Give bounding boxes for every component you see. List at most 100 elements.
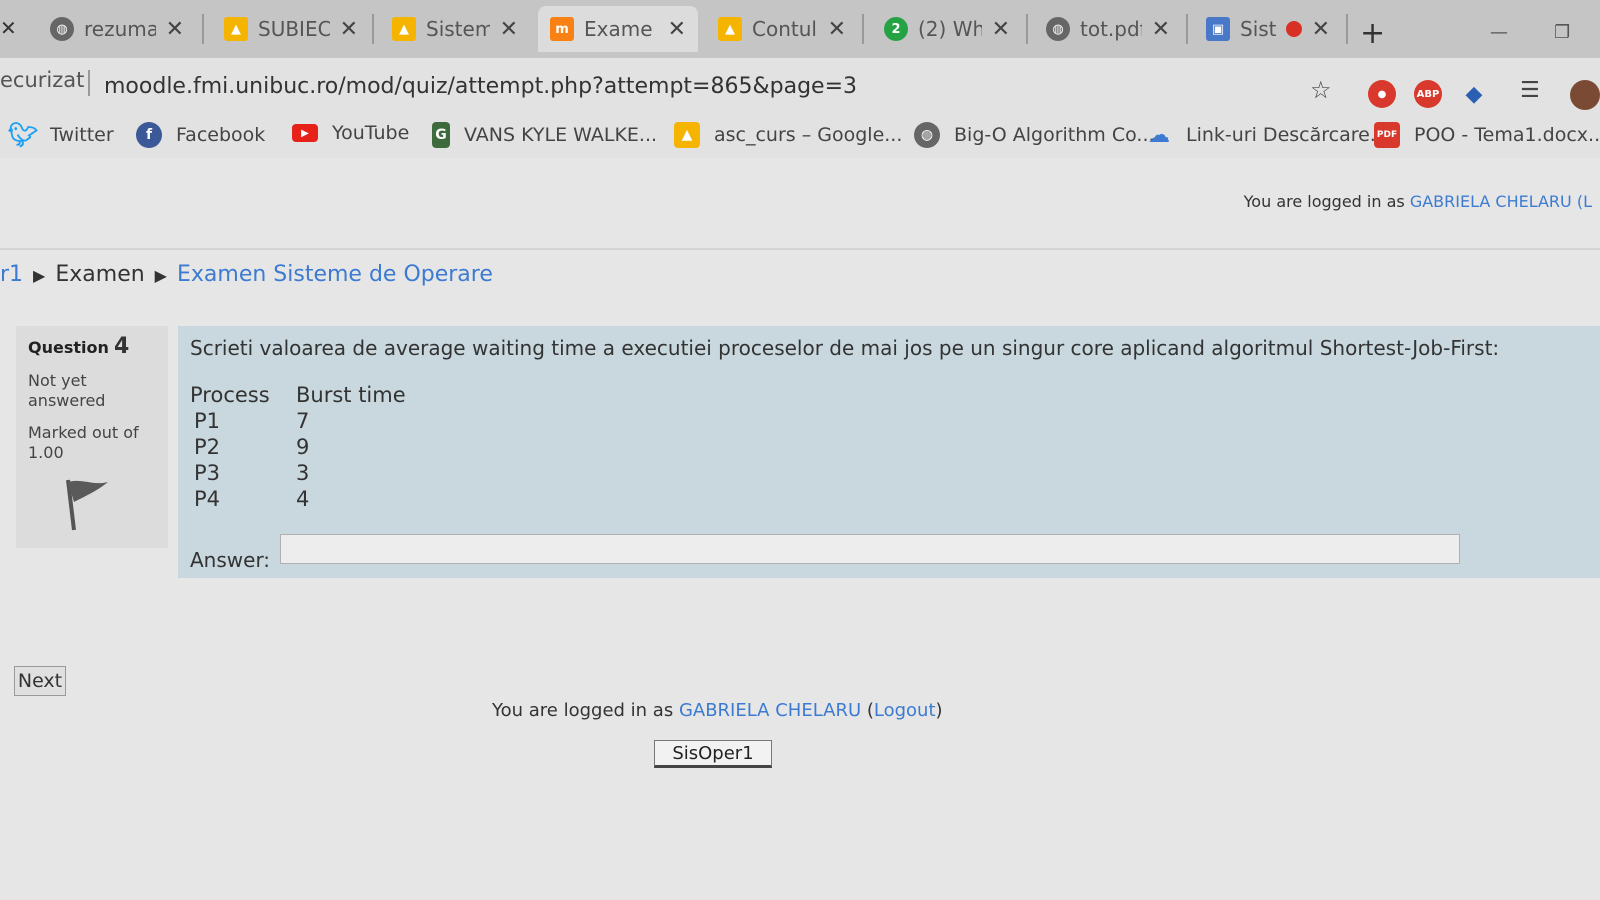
answer-input[interactable] <box>280 534 1460 564</box>
tab-separator <box>1186 14 1188 44</box>
flag-question-icon[interactable] <box>60 476 112 536</box>
close-icon[interactable]: ✕ <box>340 17 358 42</box>
pdf-icon: PDF <box>1374 122 1400 148</box>
burst-cell: 3 <box>296 461 310 485</box>
login-info-header: You are logged in as GABRIELA CHELARU (L <box>1244 192 1592 211</box>
close-icon[interactable]: ✕ <box>166 17 184 42</box>
browser-tab[interactable]: ▣ Sist ✕ <box>1194 6 1342 52</box>
bookmark-label: Twitter <box>50 124 114 146</box>
media-queue-icon[interactable]: ☰ <box>1520 78 1540 103</box>
close-icon[interactable]: ✕ <box>668 17 686 42</box>
close-icon[interactable]: ✕ <box>828 17 846 42</box>
new-tab-button[interactable]: + <box>1360 16 1385 51</box>
close-icon[interactable]: ✕ <box>1152 17 1170 42</box>
browser-tab-active[interactable]: m Exame ✕ <box>538 6 698 52</box>
youtube-icon: ▶ <box>292 124 318 142</box>
bookmark-label: Link-uri Descărcare... <box>1186 124 1388 146</box>
bookmark-big-o[interactable]: ◍ Big-O Algorithm Co... <box>914 122 1155 148</box>
burst-cell: 7 <box>296 409 310 433</box>
bookmark-label: Facebook <box>176 124 266 146</box>
extension-diamond-icon[interactable]: ◆ <box>1460 80 1488 108</box>
twitter-icon: 🐦︎ <box>7 121 39 149</box>
process-cell: P1 <box>194 409 221 433</box>
google-drive-icon: ▲ <box>718 17 742 41</box>
bookmarks-bar: 🐦︎ Twitter f Facebook ▶ YouTube G VANS K… <box>0 114 1600 158</box>
browser-tab[interactable]: ◍ tot.pdf ✕ <box>1034 6 1182 52</box>
browser-tab[interactable]: ▲ Contul ✕ <box>706 6 858 52</box>
question-number: 4 <box>113 334 130 359</box>
adblock-icon[interactable]: ABP <box>1414 80 1442 108</box>
bookmark-label: YouTube <box>332 122 410 144</box>
bookmark-link-uri[interactable]: ☁ Link-uri Descărcare... <box>1146 122 1388 148</box>
login-prefix: You are logged in as <box>1243 192 1410 211</box>
breadcrumb-course[interactable]: r1 <box>0 262 23 287</box>
browser-tab[interactable]: ▲ SUBIEC ✕ <box>212 6 370 52</box>
url-field[interactable]: moodle.fmi.unibuc.ro/mod/quiz/attempt.ph… <box>104 74 857 99</box>
screencast-icon: ▣ <box>1206 17 1230 41</box>
user-profile-link[interactable]: GABRIELA CHELARU (L <box>1410 192 1592 211</box>
close-icon[interactable]: ✕ <box>0 16 17 40</box>
breadcrumb: r1 ▶ Examen ▶ Examen Sisteme de Operare <box>0 262 493 287</box>
next-button[interactable]: Next <box>14 666 66 696</box>
question-text: Scrieti valoarea de average waiting time… <box>190 336 1500 360</box>
close-icon[interactable]: ✕ <box>992 17 1010 42</box>
logout-link[interactable]: Logout <box>874 700 936 721</box>
breadcrumb-arrow-icon: ▶ <box>33 266 46 285</box>
question-content: Scrieti valoarea de average waiting time… <box>178 326 1600 578</box>
login-prefix: You are logged in as <box>492 700 679 721</box>
bookmark-label: VANS KYLE WALKE... <box>464 124 658 146</box>
burst-cell: 9 <box>296 435 310 459</box>
question-label: Question <box>28 338 109 357</box>
divider <box>0 248 1600 250</box>
paren: ) <box>935 700 943 721</box>
question-grade: Marked out of 1.00 <box>28 423 139 462</box>
bookmark-youtube[interactable]: ▶ YouTube <box>292 122 409 144</box>
breadcrumb-quiz[interactable]: Examen Sisteme de Operare <box>177 262 493 287</box>
security-indicator[interactable]: ecurizat <box>0 68 84 92</box>
process-table: Process Burst time P1 7 P2 9 P3 3 P4 4 <box>190 382 406 512</box>
browser-tab[interactable]: 2 (2) Wha ✕ <box>872 6 1022 52</box>
process-cell: P2 <box>194 435 221 459</box>
table-row: P2 9 <box>190 434 406 460</box>
tab-title: Contul <box>752 17 817 41</box>
tab-title: Sist <box>1240 17 1276 41</box>
burst-cell: 4 <box>296 487 310 511</box>
close-icon[interactable]: ✕ <box>500 17 518 42</box>
answer-label: Answer: <box>190 548 271 572</box>
paren: ( <box>861 700 874 721</box>
tab-title: Sistem <box>426 17 490 41</box>
tab-title: (2) Wha <box>918 17 982 41</box>
bookmark-poo[interactable]: PDF POO - Tema1.docx.... <box>1374 122 1600 148</box>
restore-icon[interactable]: ❐ <box>1554 22 1570 43</box>
bookmark-twitter[interactable]: 🐦︎ Twitter <box>7 121 114 149</box>
globe-icon: ◍ <box>50 17 74 41</box>
extension-shield-icon[interactable]: ● <box>1368 80 1396 108</box>
table-row: P4 4 <box>190 486 406 512</box>
minimize-icon[interactable]: — <box>1490 22 1508 43</box>
browser-tab[interactable]: ▲ Sistem ✕ <box>380 6 530 52</box>
bookmark-site-icon: G <box>432 122 450 148</box>
table-row: P1 7 <box>190 408 406 434</box>
bookmark-asc-curs[interactable]: ▲ asc_curs – Google... <box>674 122 902 148</box>
tab-separator <box>1346 14 1348 44</box>
divider <box>88 70 90 96</box>
course-home-button[interactable]: SisOper1 <box>654 740 772 768</box>
user-profile-link[interactable]: GABRIELA CHELARU <box>679 700 861 721</box>
breadcrumb-arrow-icon: ▶ <box>154 266 167 285</box>
avatar[interactable] <box>1570 80 1600 110</box>
question-heading: Question 4 <box>28 334 156 359</box>
globe-icon: ◍ <box>914 122 940 148</box>
table-header-row: Process Burst time <box>190 382 406 408</box>
close-icon[interactable]: ✕ <box>1312 17 1330 42</box>
tab-title: tot.pdf <box>1080 17 1142 41</box>
browser-tab[interactable]: ◍ rezuma ✕ <box>38 6 196 52</box>
table-row: P3 3 <box>190 460 406 486</box>
process-cell: P4 <box>194 487 221 511</box>
bookmark-vans[interactable]: G VANS KYLE WALKE... <box>432 122 657 148</box>
column-header: Process <box>190 383 270 407</box>
breadcrumb-section[interactable]: Examen <box>55 262 144 287</box>
bookmark-star-icon[interactable]: ☆ <box>1310 76 1332 104</box>
moodle-icon: m <box>550 17 574 41</box>
bookmark-facebook[interactable]: f Facebook <box>136 122 265 148</box>
tab-separator <box>862 14 864 44</box>
